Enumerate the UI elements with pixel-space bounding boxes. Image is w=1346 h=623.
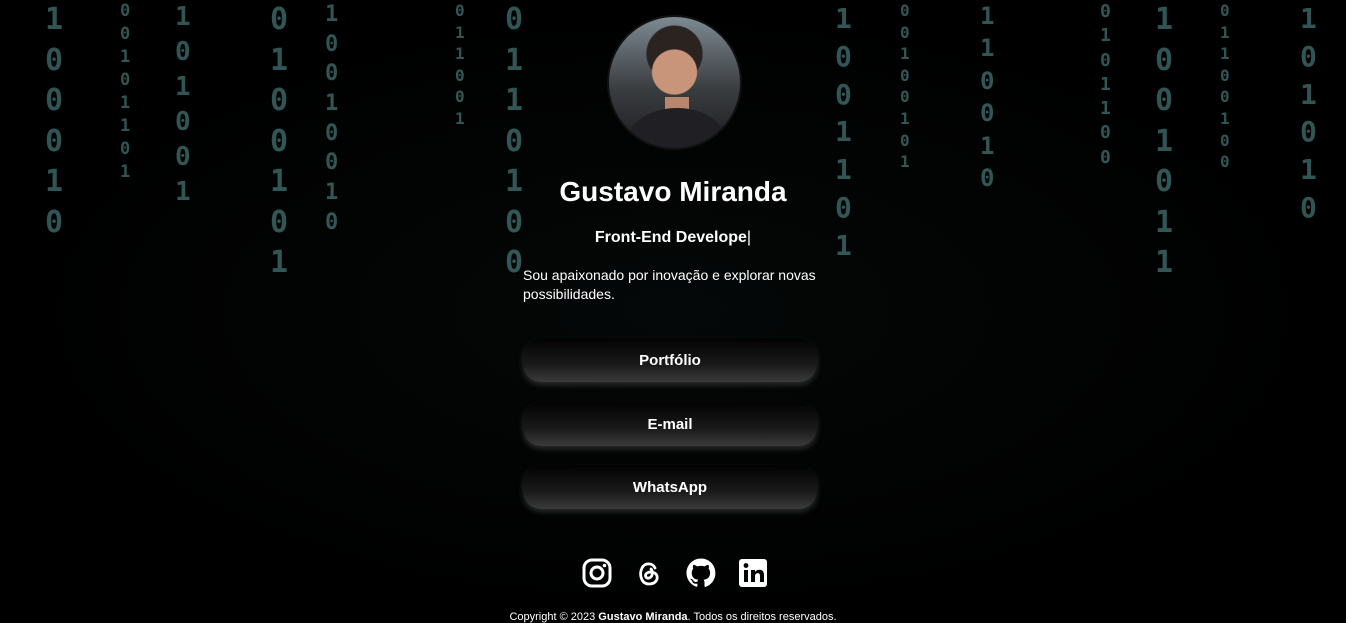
copyright-owner: Gustavo Miranda <box>598 611 688 623</box>
email-button[interactable]: E-mail <box>523 402 817 446</box>
instagram-icon <box>581 557 613 594</box>
copyright-suffix: . Todos os direitos reservados. <box>687 611 837 623</box>
linkedin-link[interactable] <box>736 558 770 592</box>
linkedin-icon <box>737 557 769 594</box>
copyright-footer: Copyright © 2023 Gustavo Miranda. Todos … <box>0 611 1346 623</box>
profile-name: Gustavo Miranda <box>559 176 787 207</box>
threads-link[interactable] <box>632 558 666 592</box>
portfolio-button[interactable]: Portfólio <box>523 338 817 382</box>
social-links <box>580 557 770 593</box>
profile-page: Gustavo Miranda Front-End Develope| Sou … <box>0 0 1346 623</box>
avatar <box>607 15 742 150</box>
copyright-prefix: Copyright © 2023 <box>509 611 599 623</box>
github-icon <box>685 557 717 594</box>
profile-role: Front-End Develope| <box>0 229 1346 247</box>
instagram-link[interactable] <box>580 558 614 592</box>
profile-bio: Sou apaixonado por inovação e explorar n… <box>523 267 816 302</box>
avatar-shoulders <box>627 108 727 148</box>
typing-cursor: | <box>746 229 752 246</box>
role-text: Front-End Develope <box>594 229 747 246</box>
github-link[interactable] <box>684 558 718 592</box>
threads-icon <box>633 557 665 594</box>
whatsapp-button[interactable]: WhatsApp <box>523 465 817 509</box>
